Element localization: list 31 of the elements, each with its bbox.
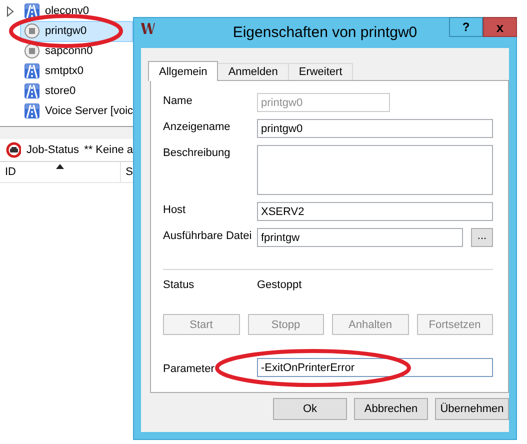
- help-button[interactable]: ?: [449, 17, 483, 37]
- tree-item[interactable]: sapconn0: [20, 40, 133, 62]
- dialog-button[interactable]: Übernehmen: [435, 398, 509, 420]
- field-label: Parameter: [163, 362, 216, 374]
- tree-item[interactable]: store0: [20, 80, 133, 102]
- window-title: Eigenschaften von printgw0: [232, 23, 418, 43]
- dialog-button[interactable]: Ok: [273, 398, 347, 420]
- job-status-label: Job-Status: [26, 144, 80, 156]
- status-value: Gestoppt: [257, 279, 302, 293]
- field-label: Ausführbare Datei: [163, 229, 253, 242]
- text-field[interactable]: XSERV2: [257, 202, 493, 221]
- tab[interactable]: Erweitert: [288, 63, 354, 80]
- text-field[interactable]: fprintgw: [257, 228, 463, 247]
- browse-button[interactable]: ...: [471, 228, 493, 247]
- field-label: Beschreibung: [163, 146, 232, 159]
- parameter-field[interactable]: -ExitOnPrinterError: [257, 358, 493, 377]
- tree-item[interactable]: printgw0: [20, 20, 133, 42]
- tree-item[interactable]: smtptx0: [20, 60, 133, 82]
- field-label: Anzeigename: [163, 120, 232, 133]
- field-label: Name: [163, 94, 194, 107]
- field-label: Host: [163, 203, 187, 216]
- column-header[interactable]: ID: [0, 162, 121, 182]
- text-field[interactable]: printgw0: [257, 119, 493, 138]
- dialog-button[interactable]: Abbrechen: [354, 398, 428, 420]
- tree-item[interactable]: oleconv0: [20, 0, 133, 22]
- status-label: Status: [163, 279, 196, 293]
- job-status-message: ** Keine a: [84, 144, 133, 156]
- column-header[interactable]: S: [120, 162, 133, 182]
- tree-item[interactable]: Voice Server [voic: [20, 100, 133, 122]
- close-button[interactable]: x: [483, 17, 517, 37]
- tab[interactable]: Allgemein: [148, 61, 218, 81]
